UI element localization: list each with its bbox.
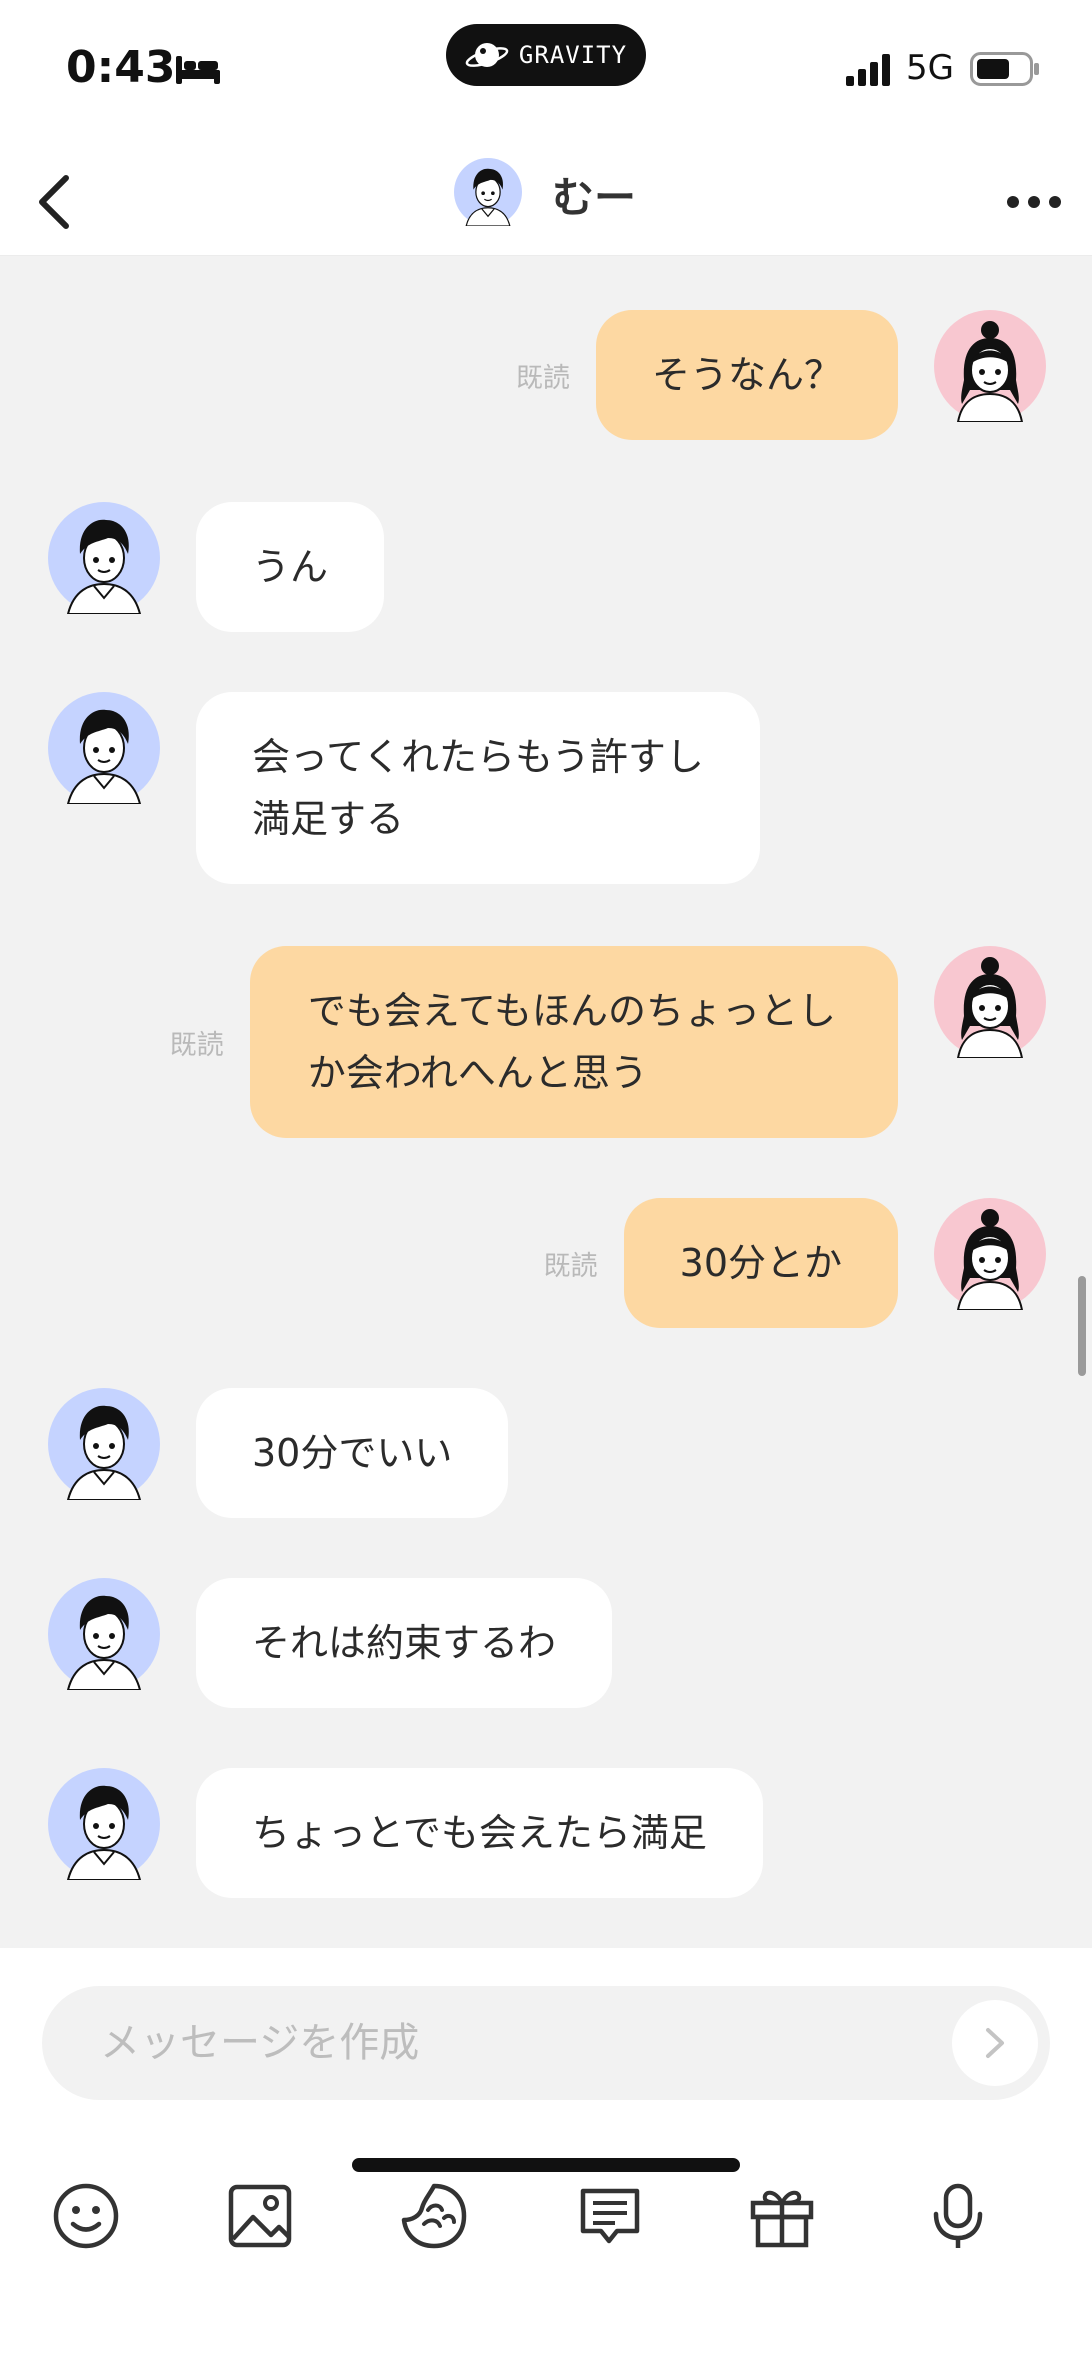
incoming-message-bubble[interactable]: 30分でいい (196, 1388, 509, 1518)
network-type: 5G (906, 48, 954, 88)
contact-avatar[interactable] (454, 158, 522, 226)
message-row: 30分でいい (48, 1388, 509, 1518)
contact-avatar[interactable] (48, 1768, 160, 1880)
message-row: それは約束するわ (48, 1578, 613, 1708)
contact-avatar[interactable] (48, 1388, 160, 1500)
contact-name: むー (552, 173, 637, 222)
outgoing-message-bubble[interactable]: そうなん？ (595, 310, 898, 440)
island-label: GRAVITY (518, 41, 628, 69)
image-button[interactable] (212, 2168, 308, 2264)
message-input-box (42, 1986, 1050, 2100)
contact-avatar[interactable] (48, 1578, 160, 1690)
signal-icon (846, 54, 890, 86)
gift-icon (750, 2190, 814, 2248)
my-avatar[interactable] (934, 946, 1046, 1058)
scrollbar-thumb[interactable] (1078, 1276, 1086, 1376)
read-receipt: 既読 (515, 362, 570, 394)
chevron-left-icon (39, 175, 69, 229)
read-receipt: 既読 (543, 1250, 598, 1282)
gift-button[interactable] (734, 2168, 830, 2264)
more-options-button[interactable] (998, 166, 1070, 238)
battery-icon (970, 52, 1039, 86)
incoming-message-bubble[interactable]: 会ってくれたらもう許すし 満足する (196, 692, 760, 884)
template-message-button[interactable] (562, 2168, 658, 2264)
voice-button[interactable] (910, 2168, 1006, 2264)
message-row: 既読 そうなん？ (516, 310, 1046, 440)
send-button[interactable] (952, 2000, 1038, 2086)
composer (0, 1948, 1092, 2364)
message-row: 既読 でも会えてもほんのちょっとし か会われへんと思う (170, 946, 1046, 1138)
contact-avatar[interactable] (48, 502, 160, 614)
home-indicator[interactable] (352, 2158, 740, 2172)
smile-icon (53, 2183, 119, 2249)
sticker-button[interactable] (386, 2168, 482, 2264)
my-avatar[interactable] (934, 1198, 1046, 1310)
microphone-icon (933, 2183, 983, 2248)
message-row: 既読 30分とか (544, 1198, 1046, 1328)
message-list-icon (580, 2188, 640, 2244)
contact-avatar[interactable] (48, 692, 160, 804)
message-row: 会ってくれたらもう許すし 満足する (48, 692, 760, 884)
chevron-right-icon (986, 2028, 1004, 2058)
message-row: うん (48, 502, 385, 632)
emoji-button[interactable] (38, 2168, 134, 2264)
planet-icon (465, 43, 509, 67)
bed-icon (176, 56, 220, 84)
outgoing-message-bubble[interactable]: 30分とか (623, 1198, 898, 1328)
composer-toolbar (0, 2168, 1092, 2268)
outgoing-message-bubble[interactable]: でも会えてもほんのちょっとし か会われへんと思う (249, 946, 898, 1138)
status-bar: 0:43 GRAVITY 5G (0, 0, 1092, 150)
back-button[interactable] (16, 162, 92, 242)
incoming-message-bubble[interactable]: ちょっとでも会えたら満足 (196, 1768, 763, 1898)
message-row: ちょっとでも会えたら満足 (48, 1768, 763, 1898)
message-input[interactable] (100, 2014, 920, 2072)
incoming-message-bubble[interactable]: それは約束するわ (196, 1578, 613, 1708)
read-receipt: 既読 (169, 1029, 224, 1061)
more-horizontal-icon (1007, 196, 1061, 208)
dynamic-island: GRAVITY (446, 24, 646, 86)
image-icon (228, 2184, 292, 2248)
chat-area[interactable]: 既読 そうなん？ うん 会ってくれたらもう許すし 満足する 既読 でも会えてもほ… (0, 256, 1092, 1948)
my-avatar[interactable] (934, 310, 1046, 422)
sticker-icon (401, 2183, 467, 2249)
incoming-message-bubble[interactable]: うん (196, 502, 385, 632)
status-time: 0:43 (66, 42, 176, 93)
chat-header: むー (0, 150, 1092, 256)
